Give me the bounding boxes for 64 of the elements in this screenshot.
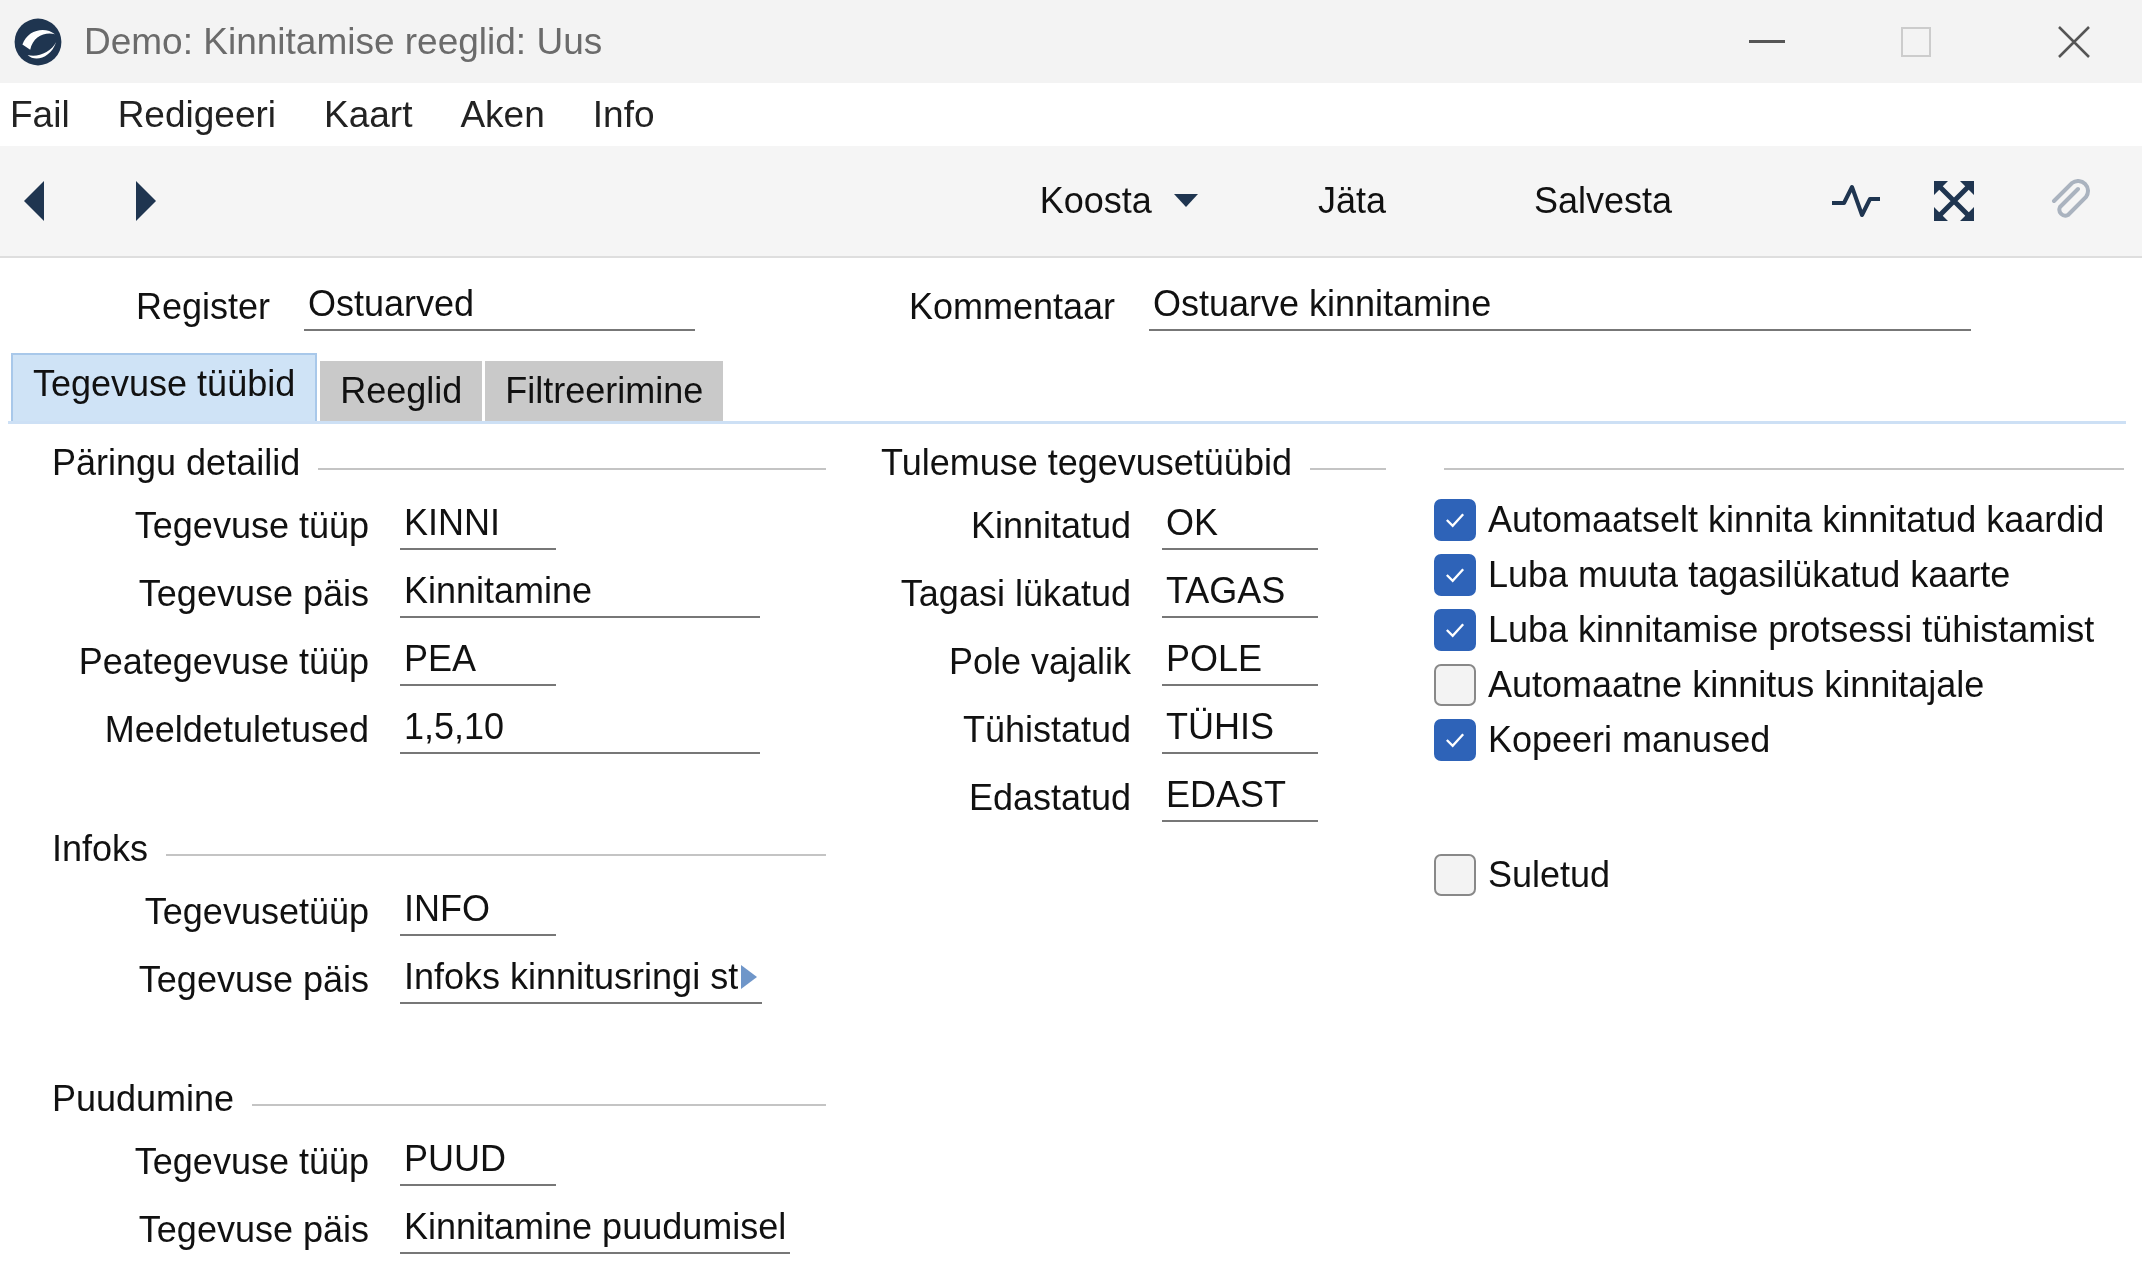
menu-item[interactable]: Kaart bbox=[324, 93, 413, 136]
input-field[interactable]: Ostuarved bbox=[304, 283, 695, 331]
checkbox[interactable] bbox=[1434, 498, 1476, 541]
field-label: Tegevuse tüüp bbox=[133, 1141, 369, 1183]
toolbar-button[interactable]: Koosta bbox=[1029, 174, 1208, 228]
section-title: Tulemuse tegevusetüübid bbox=[881, 442, 1292, 484]
input-field[interactable]: EDAST bbox=[1162, 774, 1318, 822]
input-field[interactable]: KINNI bbox=[400, 502, 556, 550]
section-title: Puudumine bbox=[52, 1078, 235, 1120]
input-field[interactable]: INFO bbox=[400, 888, 556, 936]
field-label: Tegevuse päis bbox=[137, 959, 369, 1001]
checkbox-label: Automaatne kinnitus kinnitajale bbox=[1488, 663, 1985, 706]
field-label: Edastatud bbox=[967, 777, 1131, 819]
tab[interactable]: Reeglid bbox=[320, 361, 483, 421]
input-field[interactable]: Kinnitamine bbox=[400, 570, 760, 618]
checkbox[interactable] bbox=[1434, 608, 1476, 651]
field-label: Peategevuse tüüp bbox=[77, 641, 369, 683]
checkbox[interactable] bbox=[1434, 553, 1476, 596]
tab[interactable]: Tegevuse tüübid bbox=[11, 353, 318, 421]
input-field[interactable]: POLE bbox=[1162, 638, 1318, 686]
menu-item[interactable]: Redigeeri bbox=[117, 93, 276, 136]
forward-arrow-icon[interactable] bbox=[134, 179, 158, 223]
toolbar-button[interactable]: Jäta bbox=[1307, 174, 1396, 228]
field-label: Pole vajalik bbox=[947, 641, 1131, 683]
field-label: Tegevuse tüüp bbox=[133, 505, 369, 547]
window-title: Demo: Kinnitamise reeglid: Uus bbox=[84, 20, 603, 63]
expand-icon[interactable] bbox=[1932, 179, 1976, 223]
input-field[interactable]: OK bbox=[1162, 502, 1318, 550]
input-field[interactable]: 1,5,10 bbox=[400, 706, 760, 754]
menu-item[interactable]: Info bbox=[592, 93, 655, 136]
input-field[interactable]: PEA bbox=[400, 638, 556, 686]
input-field[interactable]: Kinnitamine puudumisel bbox=[400, 1206, 791, 1254]
field-label: Meeldetuletused bbox=[103, 709, 369, 751]
field-label: Tagasi lükatud bbox=[899, 573, 1131, 615]
checkbox-label: Suletud bbox=[1488, 853, 1611, 896]
close-icon[interactable] bbox=[2057, 24, 2091, 59]
overflow-arrow-icon[interactable] bbox=[740, 964, 759, 990]
field-label: Tühistatud bbox=[961, 709, 1131, 751]
section-title: Infoks bbox=[52, 828, 149, 870]
input-field[interactable]: PUUD bbox=[400, 1138, 556, 1186]
checkbox-label: Luba muuta tagasilükatud kaarte bbox=[1488, 553, 2011, 596]
input-field[interactable]: TÜHIS bbox=[1162, 706, 1318, 754]
field-label: Register bbox=[134, 286, 270, 328]
minimize-icon[interactable] bbox=[1749, 39, 1785, 44]
field-label: Kinnitatud bbox=[969, 505, 1131, 547]
field-label: Kommentaar bbox=[907, 286, 1115, 328]
menu-item[interactable]: Fail bbox=[10, 93, 70, 136]
field-label: Tegevuse päis bbox=[137, 1209, 369, 1251]
checkbox-label: Luba kinnitamise protsessi tühistamist bbox=[1488, 608, 2095, 651]
checkbox[interactable] bbox=[1434, 718, 1476, 761]
menu-item[interactable]: Aken bbox=[460, 93, 545, 136]
tab[interactable]: Filtreerimine bbox=[485, 361, 724, 421]
input-field[interactable]: TAGAS bbox=[1162, 570, 1318, 618]
back-arrow-icon[interactable] bbox=[22, 179, 46, 223]
checkbox[interactable] bbox=[1434, 663, 1476, 706]
field-label: Tegevuse päis bbox=[137, 573, 369, 615]
section-title: Päringu detailid bbox=[52, 442, 301, 484]
field-label: Tegevusetüüp bbox=[143, 891, 369, 933]
checkbox[interactable] bbox=[1434, 853, 1476, 896]
checkbox-label: Automaatselt kinnita kinnitatud kaardid bbox=[1488, 498, 2105, 541]
checkbox-label: Kopeeri manused bbox=[1488, 718, 1771, 761]
toolbar-button[interactable]: Salvesta bbox=[1523, 174, 1682, 228]
input-field[interactable]: Ostuarve kinnitamine bbox=[1149, 283, 1971, 331]
input-field[interactable]: Infoks kinnitusringi st bbox=[400, 956, 763, 1004]
